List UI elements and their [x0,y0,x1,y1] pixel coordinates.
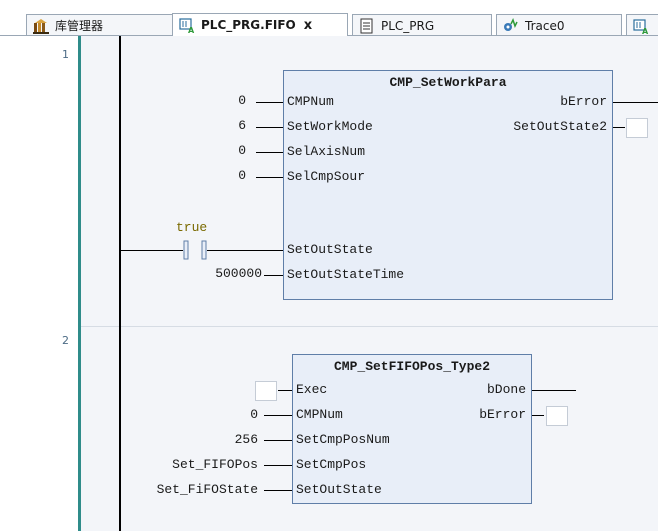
pin-setoutstate2[interactable]: SetOutState2 [513,119,607,134]
pin-setcmpposnum[interactable]: SetCmpPosNum [296,432,390,447]
wire [256,102,283,103]
block-title: CMP_SetWorkPara [389,75,507,90]
input-value[interactable]: 500000 [215,266,262,281]
pin-bdone[interactable]: bDone [487,382,526,397]
input-value[interactable]: 6 [238,118,246,133]
wire [613,102,658,103]
pin-cmpnum[interactable]: CMPNum [296,407,343,422]
document-icon [359,18,375,34]
network-number: 1 [62,48,69,61]
wire [264,490,292,491]
network-number: 2 [62,334,69,347]
output-value-box[interactable] [626,118,648,138]
svg-text:A: A [642,27,649,34]
svg-text:A: A [188,26,195,33]
fb-cmp-setworkpara[interactable]: CMP_SetWorkPara CMPNum SetWorkMode SelAx… [283,70,613,300]
pin-selaxisnum[interactable]: SelAxisNum [287,144,365,159]
wire [264,465,292,466]
contact-symbol[interactable] [183,240,207,260]
fb-cmp-setfifopos-type2[interactable]: CMP_SetFIFOPos_Type2 Exec CMPNum SetCmpP… [292,354,532,504]
tab-trace0[interactable]: Trace0 [496,14,622,36]
input-value[interactable]: 0 [238,93,246,108]
wire [264,415,292,416]
fbd-icon: A [179,17,195,35]
wire [121,250,183,251]
wire [613,127,625,128]
pin-setoutstate[interactable]: SetOutState [296,482,382,497]
trace-icon [503,17,519,34]
close-icon[interactable]: x [304,18,312,33]
contact-variable[interactable]: true [176,220,207,235]
power-rail [119,36,121,531]
wire [256,177,283,178]
input-value[interactable]: Set_FiFOState [157,482,258,497]
pin-setworkmode[interactable]: SetWorkMode [287,119,373,134]
wire [264,275,283,276]
input-value[interactable]: 0 [238,143,246,158]
tab-label: Trace0 [525,18,565,33]
fbd-editor[interactable]: 1 2 CMP_SetWorkPara CMPNum SetWorkMode S… [0,36,658,531]
tab-plc-prg-fifo[interactable]: A PLC_PRG.FIFO x [172,13,348,36]
wire [532,415,544,416]
editor-tab-bar: 库管理器 A PLC_PRG.FIFO x PLC_PRG Trace0 A [0,0,658,36]
input-value[interactable]: 0 [250,407,258,422]
tab-fbd-overflow[interactable]: A [626,14,658,36]
tab-label: PLC_PRG.FIFO [201,18,296,32]
wire [278,390,292,391]
input-value[interactable]: 256 [235,432,258,447]
wire [264,440,292,441]
pin-exec[interactable]: Exec [296,382,327,397]
line-gutter [0,36,78,531]
tab-plc-prg[interactable]: PLC_PRG [352,14,492,36]
library-icon [33,18,49,34]
pin-setoutstatetime[interactable]: SetOutStateTime [287,267,404,282]
input-value-box[interactable] [255,381,277,401]
tab-label: PLC_PRG [381,18,435,33]
input-value[interactable]: 0 [238,168,246,183]
tab-label: 库管理器 [55,19,104,33]
pin-setcmppos[interactable]: SetCmpPos [296,457,366,472]
pin-setoutstate[interactable]: SetOutState [287,242,373,257]
wire [256,152,283,153]
wire [532,390,576,391]
wire [207,250,283,251]
fbd-icon: A [633,18,649,36]
input-value[interactable]: Set_FIFOPos [172,457,258,472]
wire [256,127,283,128]
pin-berror[interactable]: bError [479,407,526,422]
block-title: CMP_SetFIFOPos_Type2 [333,359,491,374]
pin-cmpnum[interactable]: CMPNum [287,94,334,109]
output-value-box[interactable] [546,406,568,426]
pin-selcmpsour[interactable]: SelCmpSour [287,169,365,184]
pin-berror[interactable]: bError [560,94,607,109]
tab-library-manager[interactable]: 库管理器 [26,14,174,36]
